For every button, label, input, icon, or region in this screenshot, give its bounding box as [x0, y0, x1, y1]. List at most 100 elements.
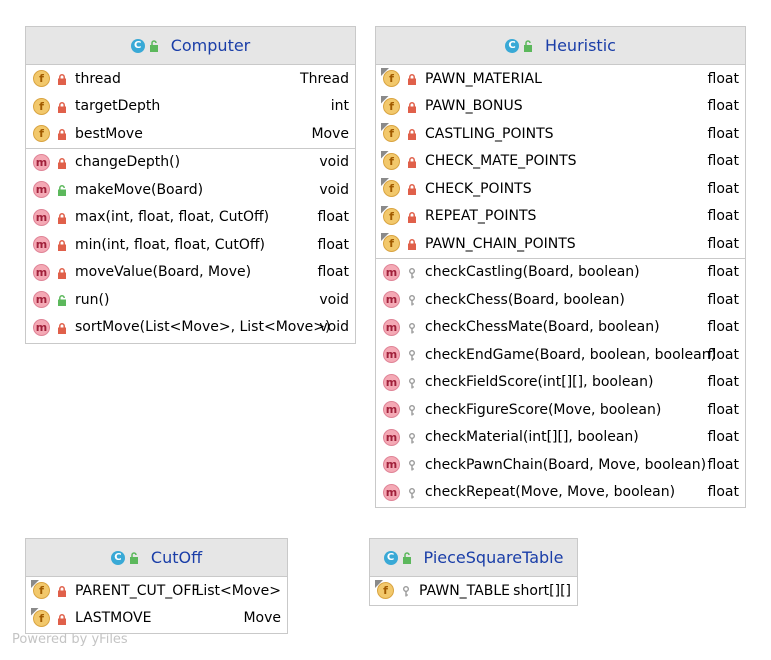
field-icon: f: [383, 180, 400, 197]
class-header: C Heuristic: [376, 27, 745, 65]
private-lock-icon: [407, 101, 417, 113]
field-row[interactable]: f LASTMOVE Move: [26, 605, 287, 633]
package-key-icon: [407, 377, 417, 388]
member-type: void: [319, 154, 349, 171]
fields-section: f PAWN_MATERIAL float f PAWN_BONUS float f CAST…: [376, 65, 745, 259]
field-icon: f: [383, 207, 400, 225]
class-piecesquaretable[interactable]: C PieceSquareTable f PAWN_TABLE short[][]: [369, 538, 578, 606]
method-row[interactable]: m run() void: [26, 286, 355, 314]
member-type: float: [317, 209, 349, 226]
member-name: checkEndGame(Board, boolean, boolean): [425, 346, 717, 363]
class-header: C CutOff: [26, 539, 287, 577]
fields-section: f PARENT_CUT_OFF List<Move> f LASTMOVE Move: [26, 577, 287, 632]
field-row[interactable]: f bestMove Move: [26, 120, 355, 148]
field-icon: f: [33, 582, 50, 599]
member-name: REPEAT_POINTS: [425, 208, 537, 225]
method-row[interactable]: m checkFigureScore(Move, boolean) float: [376, 396, 745, 424]
member-name: sortMove(List<Move>, List<Move>): [75, 319, 331, 336]
member-name: checkFigureScore(Move, boolean): [425, 401, 662, 418]
member-type: void: [319, 181, 349, 198]
class-title: Computer: [170, 36, 251, 55]
method-row[interactable]: m checkMaterial(int[][], boolean) float: [376, 424, 745, 452]
field-icon: f: [33, 609, 50, 627]
method-row[interactable]: m checkCastling(Board, boolean) float: [376, 259, 745, 287]
member-type: float: [707, 98, 739, 115]
method-row[interactable]: m checkFieldScore(int[][], boolean) float: [376, 369, 745, 397]
method-row[interactable]: m max(int, float, float, CutOff) float: [26, 204, 355, 232]
method-row[interactable]: m min(int, float, float, CutOff) float: [26, 231, 355, 259]
public-unlock-icon: [149, 39, 159, 52]
field-row[interactable]: f PARENT_CUT_OFF List<Move>: [26, 577, 287, 605]
method-icon: m: [383, 318, 400, 336]
field-row[interactable]: f PAWN_BONUS float: [376, 93, 745, 121]
method-row[interactable]: m checkChessMate(Board, boolean) float: [376, 314, 745, 342]
class-heuristic[interactable]: C Heuristic f PAWN_MATERIAL float f PAWN_BON…: [375, 26, 746, 508]
private-lock-icon: [57, 613, 67, 625]
method-row[interactable]: m sortMove(List<Move>, List<Move>) void: [26, 314, 355, 342]
field-icon: f: [383, 152, 400, 170]
fields-section: f PAWN_TABLE short[][]: [370, 577, 577, 605]
method-row[interactable]: m checkChess(Board, boolean) float: [376, 286, 745, 314]
private-lock-icon: [57, 212, 67, 224]
member-name: checkChessMate(Board, boolean): [425, 319, 660, 336]
member-type: float: [707, 235, 739, 252]
field-row[interactable]: f thread Thread: [26, 65, 355, 93]
package-key-icon: [407, 349, 417, 361]
field-row[interactable]: f CHECK_MATE_POINTS float: [376, 148, 745, 176]
member-name: PAWN_BONUS: [425, 98, 523, 115]
field-row[interactable]: f targetDepth int: [26, 93, 355, 121]
class-title: CutOff: [150, 548, 203, 567]
method-icon: m: [383, 346, 400, 363]
field-row[interactable]: f CASTLING_POINTS float: [376, 120, 745, 148]
package-key-icon: [407, 294, 417, 306]
private-lock-icon: [407, 156, 417, 168]
package-key-icon: [401, 585, 411, 597]
method-row[interactable]: m makeMove(Board) void: [26, 176, 355, 204]
private-lock-icon: [57, 239, 67, 251]
member-name: checkPawnChain(Board, Move, boolean): [425, 456, 707, 473]
private-lock-icon: [57, 73, 67, 85]
field-icon: f: [383, 125, 400, 142]
method-icon: m: [383, 401, 400, 418]
field-row[interactable]: f CHECK_POINTS float: [376, 175, 745, 203]
method-row[interactable]: m checkPawnChain(Board, Move, boolean) flo…: [376, 451, 745, 479]
member-type: float: [707, 484, 739, 501]
field-row[interactable]: f REPEAT_POINTS float: [376, 203, 745, 231]
field-row[interactable]: f PAWN_MATERIAL float: [376, 65, 745, 93]
method-row[interactable]: m checkRepeat(Move, Move, boolean) float: [376, 479, 745, 507]
package-key-icon: [407, 459, 417, 471]
member-type: float: [707, 264, 739, 281]
private-lock-icon: [57, 157, 67, 169]
method-icon: m: [383, 263, 400, 281]
method-row[interactable]: m changeDepth() void: [26, 149, 355, 177]
field-row[interactable]: f PAWN_TABLE short[][]: [370, 577, 577, 605]
field-row[interactable]: f PAWN_CHAIN_POINTS float: [376, 230, 745, 258]
class-cutoff[interactable]: C CutOff f PARENT_CUT_OFF List<Move> f LASTM…: [25, 538, 288, 634]
method-icon: m: [383, 456, 400, 473]
class-icon: C: [505, 38, 520, 53]
class-header: C Computer: [26, 27, 355, 65]
member-name: min(int, float, float, CutOff): [75, 236, 265, 253]
member-type: float: [707, 456, 739, 473]
member-name: max(int, float, float, CutOff): [75, 209, 270, 226]
field-icon: f: [383, 97, 400, 115]
member-name: PAWN_CHAIN_POINTS: [425, 235, 576, 252]
member-type: short[][]: [513, 582, 571, 599]
field-icon: f: [33, 125, 50, 142]
member-type: Thread: [300, 70, 349, 87]
method-row[interactable]: m checkEndGame(Board, boolean, boolean) fl…: [376, 341, 745, 369]
private-lock-icon: [57, 267, 67, 279]
member-name: changeDepth(): [75, 154, 181, 171]
member-name: CHECK_POINTS: [425, 180, 532, 197]
member-type: int: [330, 98, 349, 115]
class-computer[interactable]: C Computer f thread Thread f targetDepth int f…: [25, 26, 356, 344]
member-name: PAWN_MATERIAL: [425, 70, 542, 87]
public-unlock-icon: [402, 551, 412, 564]
member-type: float: [707, 429, 739, 446]
member-name: checkCastling(Board, boolean): [425, 264, 640, 281]
method-row[interactable]: m moveValue(Board, Move) float: [26, 259, 355, 287]
member-name: targetDepth: [75, 98, 161, 115]
private-lock-icon: [407, 183, 417, 195]
member-type: float: [317, 264, 349, 281]
private-lock-icon: [57, 128, 67, 140]
